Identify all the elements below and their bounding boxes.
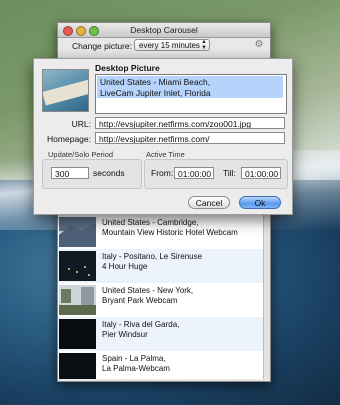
url-label: URL: xyxy=(71,119,91,129)
url-field[interactable]: http://evsjupiter.netfirms.com/zoo001.jp… xyxy=(95,117,285,129)
list-scrollbar[interactable] xyxy=(263,215,270,379)
item-title-line1: United States - New York, xyxy=(102,286,194,295)
picture-list[interactable]: United States - Cambridge, Mountain View… xyxy=(58,215,264,379)
item-title-line2: Pier Windsur xyxy=(102,330,148,339)
interval-select[interactable]: every 15 minutes ▲ ▼ xyxy=(134,39,210,51)
item-title-line1: Italy - Riva del Garda, xyxy=(102,320,180,329)
update-period-label: Update/Solo Period xyxy=(48,150,114,159)
webcam-thumbnail xyxy=(59,353,96,379)
from-label: From: xyxy=(151,168,174,178)
update-seconds-field[interactable]: 300 xyxy=(51,167,89,179)
title-bar[interactable]: Desktop Carousel xyxy=(58,23,270,38)
item-title-line1: Italy - Positano, Le Sirenuse xyxy=(102,252,203,261)
interval-value: every 15 minutes xyxy=(139,41,200,50)
item-title-line1: Spain - La Palma, xyxy=(102,354,166,363)
from-time-field[interactable]: 01:00:00 xyxy=(174,167,214,179)
list-item[interactable]: United States - New York, Bryant Park We… xyxy=(58,283,264,317)
edit-picture-sheet: Desktop Picture United States - Miami Be… xyxy=(33,58,293,215)
gear-icon[interactable]: ⚙ xyxy=(254,39,264,51)
window-title: Desktop Carousel xyxy=(130,25,198,35)
active-time-label: Active Time xyxy=(146,150,185,159)
homepage-label: Homepage: xyxy=(47,134,91,144)
toolbar: Change picture: every 15 minutes ▲ ▼ ⚙ xyxy=(58,38,270,54)
item-title-line2: 4 Hour Huge xyxy=(102,262,148,271)
till-time-field[interactable]: 01:00:00 xyxy=(241,167,281,179)
list-item[interactable]: United States - Cambridge, Mountain View… xyxy=(58,215,264,249)
desktop-picture-label: Desktop Picture xyxy=(95,63,160,73)
seconds-label: seconds xyxy=(93,168,125,178)
item-title-line2: Bryant Park Webcam xyxy=(102,296,178,305)
webcam-thumbnail xyxy=(59,251,96,281)
description-text: United States - Miami Beach, LiveCam Jup… xyxy=(100,77,211,98)
homepage-field[interactable]: http://evsjupiter.netfirms.com/ xyxy=(95,132,285,144)
webcam-thumbnail xyxy=(59,217,96,247)
active-time-group: From: 01:00:00 Till: 01:00:00 xyxy=(144,159,288,189)
picture-preview xyxy=(42,69,89,112)
cancel-button[interactable]: Cancel xyxy=(188,196,230,209)
stepper-arrows-icon: ▲ ▼ xyxy=(201,39,207,51)
webcam-thumbnail xyxy=(59,319,96,349)
list-item[interactable]: Italy - Riva del Garda, Pier Windsur xyxy=(58,317,264,351)
list-item[interactable]: Italy - Positano, Le Sirenuse 4 Hour Hug… xyxy=(58,249,264,283)
item-title-line2: Mountain View Historic Hotel Webcam xyxy=(102,228,238,237)
change-picture-label: Change picture: xyxy=(72,41,133,51)
update-period-group: 300 seconds xyxy=(42,159,142,189)
item-title-line2: La Palma-Webcam xyxy=(102,364,170,373)
item-title-line1: United States - Cambridge, xyxy=(102,218,199,227)
description-field[interactable]: United States - Miami Beach, LiveCam Jup… xyxy=(95,74,287,114)
webcam-thumbnail xyxy=(59,285,96,315)
till-label: Till: xyxy=(223,168,236,178)
list-item[interactable]: Spain - La Palma, La Palma-Webcam xyxy=(58,351,264,379)
ok-button[interactable]: Ok xyxy=(239,196,281,209)
